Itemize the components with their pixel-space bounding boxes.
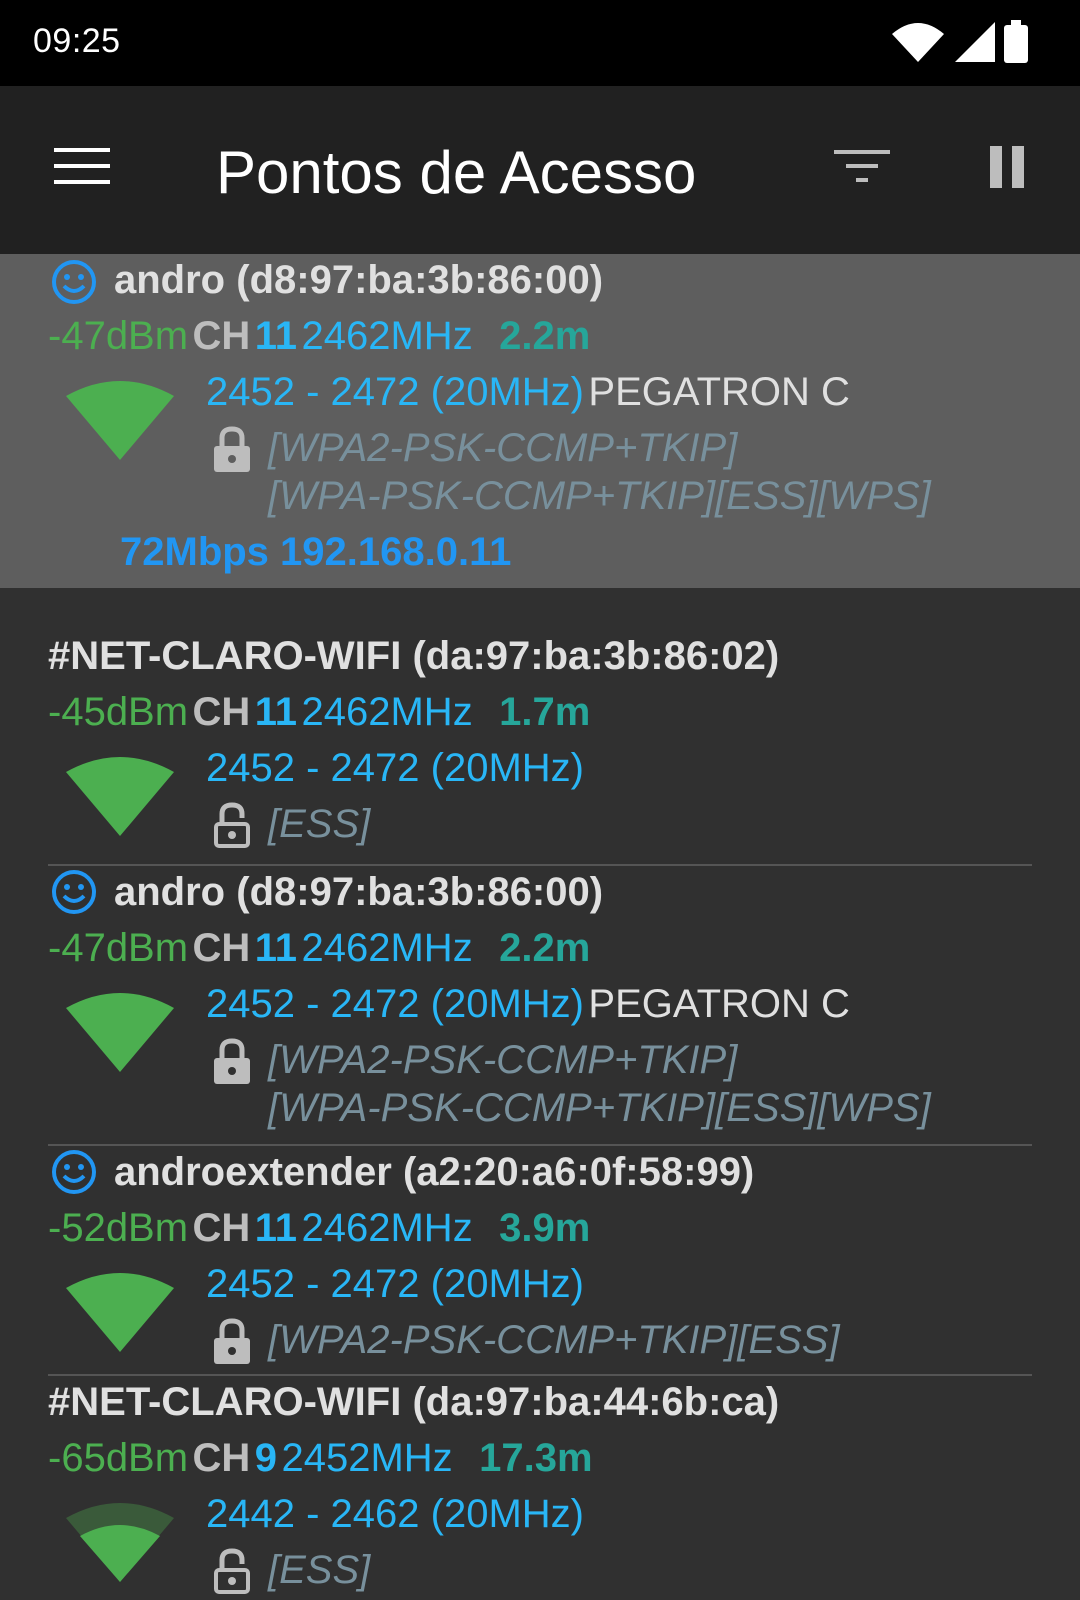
ap-ssid-name: andro bbox=[114, 870, 226, 914]
ap-range: 2452 - 2472 (20MHz) bbox=[206, 370, 584, 414]
ap-frequency: 2462MHz bbox=[301, 926, 473, 970]
ap-security-line1: [ESS] bbox=[268, 802, 371, 846]
divider bbox=[48, 864, 1032, 866]
ap-range: 2452 - 2472 (20MHz) bbox=[206, 1262, 584, 1306]
smiley-icon bbox=[52, 870, 96, 914]
app-bar: Pontos de Acesso bbox=[0, 86, 1080, 254]
ap-vendor: PEGATRON C bbox=[588, 370, 850, 414]
access-point-item[interactable]: #NET-CLARO-WIFI (da:97:ba:44:6b:ca) -65d… bbox=[0, 1378, 1080, 1600]
access-point-item[interactable]: #NET-CLARO-WIFI (da:97:ba:3b:86:02) -45d… bbox=[0, 630, 1080, 848]
ap-signal-row: -47dBm CH 11 2462MHz 2.2m bbox=[48, 926, 590, 971]
ap-frequency: 2462MHz bbox=[301, 1206, 473, 1250]
divider bbox=[48, 1374, 1032, 1376]
ap-ssid-name: andro bbox=[114, 258, 226, 302]
status-icons bbox=[892, 20, 1028, 63]
ap-ch-label: CH bbox=[192, 926, 251, 970]
ap-ssid: andro (d8:97:ba:3b:86:00) bbox=[114, 870, 603, 915]
ap-frequency: 2462MHz bbox=[301, 314, 473, 358]
ap-ch-label: CH bbox=[192, 314, 251, 358]
ap-ssid-name: #NET-CLARO-WIFI bbox=[48, 1380, 402, 1424]
ap-distance: 2.2m bbox=[499, 314, 591, 358]
ap-range: 2452 - 2472 (20MHz) bbox=[206, 982, 584, 1026]
ap-frequency: 2462MHz bbox=[301, 690, 473, 734]
ap-ssid-name: #NET-CLARO-WIFI bbox=[48, 634, 402, 678]
ap-ssid: #NET-CLARO-WIFI (da:97:ba:3b:86:02) bbox=[48, 634, 779, 679]
ap-dbm: -65dBm bbox=[48, 1436, 189, 1480]
ap-security-line1: [WPA2-PSK-CCMP+TKIP][ESS] bbox=[268, 1318, 840, 1362]
ap-mac: (a2:20:a6:0f:58:99) bbox=[402, 1150, 755, 1194]
smiley-icon bbox=[52, 260, 96, 304]
lock-icon bbox=[214, 1318, 250, 1364]
ap-signal-row: -45dBm CH 11 2462MHz 1.7m bbox=[48, 690, 590, 735]
ap-range-row: 2452 - 2472 (20MHz) PEGATRON C bbox=[206, 982, 850, 1027]
ap-distance: 17.3m bbox=[479, 1436, 593, 1480]
lock-icon bbox=[214, 1038, 250, 1084]
ap-ch-label: CH bbox=[192, 690, 251, 734]
wifi-strength-icon bbox=[66, 1273, 174, 1352]
ap-channel: 11 bbox=[254, 926, 298, 970]
ap-distance: 3.9m bbox=[499, 1206, 591, 1250]
ap-range-row: 2452 - 2472 (20MHz) bbox=[206, 746, 584, 791]
menu-icon[interactable] bbox=[54, 146, 112, 186]
lock-open-icon bbox=[214, 802, 250, 848]
ap-distance: 2.2m bbox=[499, 926, 591, 970]
ap-mac: (d8:97:ba:3b:86:00) bbox=[236, 258, 604, 302]
lock-icon bbox=[214, 426, 250, 472]
ap-ssid: #NET-CLARO-WIFI (da:97:ba:44:6b:ca) bbox=[48, 1380, 779, 1425]
ap-range-row: 2452 - 2472 (20MHz) PEGATRON C bbox=[206, 370, 850, 415]
cellular-signal-icon bbox=[955, 22, 995, 62]
ap-mac: (d8:97:ba:3b:86:00) bbox=[236, 870, 604, 914]
wifi-icon bbox=[892, 23, 944, 62]
wifi-strength-icon bbox=[66, 1503, 174, 1582]
ap-signal-row: -47dBm CH 11 2462MHz 2.2m bbox=[48, 314, 590, 359]
lock-open-icon bbox=[214, 1548, 250, 1594]
access-point-item[interactable]: andro (d8:97:ba:3b:86:00) -47dBm CH 11 2… bbox=[0, 868, 1080, 1130]
ap-security-line2: [WPA-PSK-CCMP+TKIP][ESS][WPS] bbox=[268, 1086, 931, 1130]
wifi-strength-icon bbox=[66, 381, 174, 460]
ap-dbm: -47dBm bbox=[48, 314, 189, 358]
ap-ssid: andro (d8:97:ba:3b:86:00) bbox=[114, 258, 603, 303]
wifi-strength-icon bbox=[66, 993, 174, 1072]
ap-mac: (da:97:ba:3b:86:02) bbox=[412, 634, 780, 678]
pause-icon[interactable] bbox=[988, 146, 1028, 190]
ap-range-row: 2452 - 2472 (20MHz) bbox=[206, 1262, 584, 1307]
ap-ssid-name: androextender bbox=[114, 1150, 392, 1194]
ap-range-row: 2442 - 2462 (20MHz) bbox=[206, 1492, 584, 1537]
wifi-strength-icon bbox=[66, 757, 174, 836]
ap-channel: 11 bbox=[254, 314, 298, 358]
ap-ch-label: CH bbox=[192, 1436, 251, 1480]
ap-distance: 1.7m bbox=[499, 690, 591, 734]
access-point-item-connected[interactable]: andro (d8:97:ba:3b:86:00) -47dBm CH 11 2… bbox=[0, 254, 1080, 588]
ap-signal-row: -65dBm CH 9 2452MHz 17.3m bbox=[48, 1436, 593, 1481]
page-title: Pontos de Acesso bbox=[216, 139, 697, 206]
ap-dbm: -45dBm bbox=[48, 690, 189, 734]
ap-range: 2442 - 2462 (20MHz) bbox=[206, 1492, 584, 1536]
status-time: 09:25 bbox=[33, 22, 121, 60]
ap-channel: 9 bbox=[254, 1436, 277, 1480]
ap-speed-ip: 72Mbps 192.168.0.11 bbox=[120, 530, 512, 574]
ap-channel: 11 bbox=[254, 690, 298, 734]
ap-dbm: -52dBm bbox=[48, 1206, 189, 1250]
ap-mac: (da:97:ba:44:6b:ca) bbox=[412, 1380, 780, 1424]
ap-ssid: androextender (a2:20:a6:0f:58:99) bbox=[114, 1150, 754, 1195]
battery-icon bbox=[1004, 20, 1028, 63]
ap-dbm: -47dBm bbox=[48, 926, 189, 970]
ap-signal-row: -52dBm CH 11 2462MHz 3.9m bbox=[48, 1206, 590, 1251]
access-point-item[interactable]: androextender (a2:20:a6:0f:58:99) -52dBm… bbox=[0, 1148, 1080, 1364]
ap-frequency: 2452MHz bbox=[281, 1436, 453, 1480]
ap-security-line1: [WPA2-PSK-CCMP+TKIP] bbox=[268, 1038, 738, 1082]
divider bbox=[48, 1144, 1032, 1146]
ap-ch-label: CH bbox=[192, 1206, 251, 1250]
smiley-icon bbox=[52, 1150, 96, 1194]
ap-security-line2: [WPA-PSK-CCMP+TKIP][ESS][WPS] bbox=[268, 474, 931, 518]
ap-vendor: PEGATRON C bbox=[588, 982, 850, 1026]
ap-security-line1: [WPA2-PSK-CCMP+TKIP] bbox=[268, 426, 738, 470]
filter-icon[interactable] bbox=[834, 148, 892, 188]
status-bar: 09:25 bbox=[0, 0, 1080, 86]
ap-security-line1: [ESS] bbox=[268, 1548, 371, 1592]
ap-range: 2452 - 2472 (20MHz) bbox=[206, 746, 584, 790]
ap-channel: 11 bbox=[254, 1206, 298, 1250]
